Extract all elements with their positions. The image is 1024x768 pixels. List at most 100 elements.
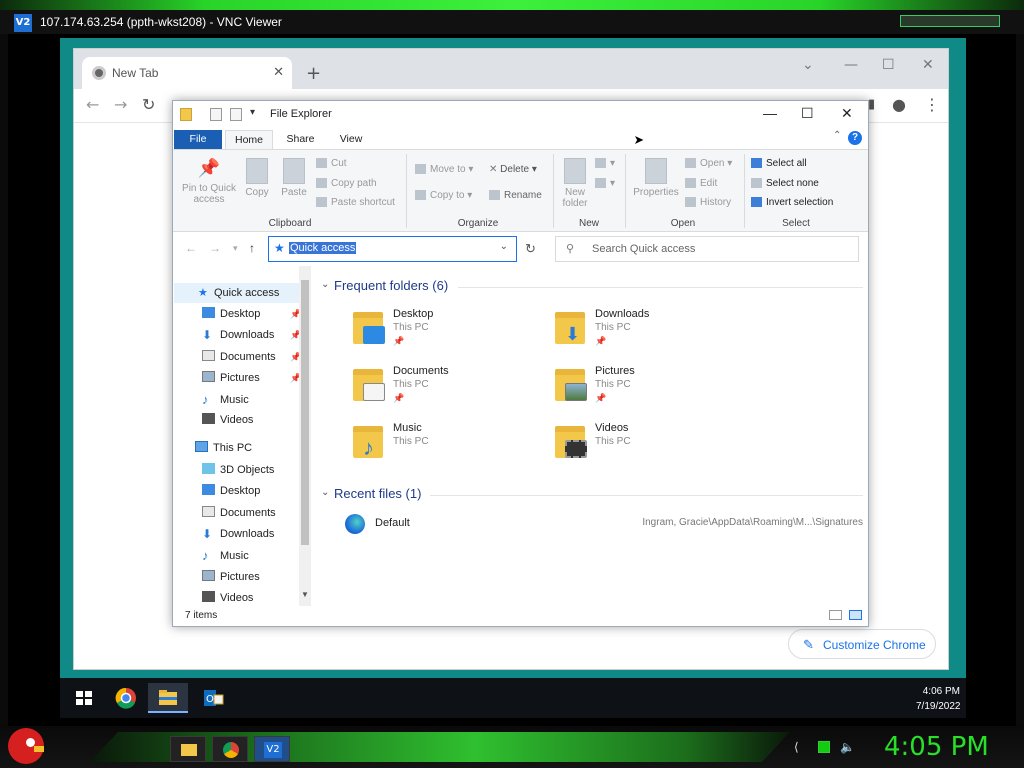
nav-quick-access[interactable]: ★ Quick access	[174, 283, 300, 303]
nav-pc-pictures[interactable]: Pictures	[202, 570, 260, 590]
cut-button[interactable]: Cut	[316, 158, 347, 169]
paste-button[interactable]: Paste	[277, 158, 311, 198]
nav-qa-music[interactable]: ♪ Music	[202, 392, 249, 412]
select-all-button[interactable]: Select all	[751, 158, 807, 169]
address-dropdown-icon[interactable]: ⌄	[500, 241, 508, 252]
up-icon[interactable]: ↑	[249, 241, 255, 255]
maximize-icon[interactable]: ☐	[801, 105, 814, 122]
folder-tile-downloads[interactable]: ⬇ Downloads This PC 📌	[555, 308, 755, 358]
minimize-icon[interactable]: —	[844, 57, 858, 73]
address-text[interactable]: Quick access	[289, 242, 357, 254]
qat-dropdown-icon[interactable]: ▾	[250, 107, 255, 118]
local-vnc-taskbar-icon[interactable]: V2	[254, 736, 290, 762]
tab-file[interactable]: File	[174, 130, 222, 149]
new-tab-button[interactable]: +	[306, 63, 321, 84]
refresh-icon[interactable]: ↻	[525, 241, 536, 257]
windows-start-icon[interactable]	[64, 683, 104, 713]
minimize-icon[interactable]: —	[763, 105, 777, 121]
chrome-tab-new-tab[interactable]: New Tab ✕	[82, 57, 292, 89]
nav-pc-music[interactable]: ♪ Music	[202, 548, 249, 568]
profile-avatar-icon[interactable]: ●	[892, 95, 906, 114]
large-icons-view-icon[interactable]	[849, 610, 862, 620]
select-none-button[interactable]: Select none	[751, 178, 819, 189]
address-bar[interactable]: ★ Quick access ⌄	[268, 236, 517, 262]
maximize-icon[interactable]: ☐	[882, 57, 895, 73]
close-icon[interactable]: ✕	[922, 57, 934, 73]
tab-home[interactable]: Home	[225, 130, 273, 149]
vnc-window-controls[interactable]	[900, 15, 1000, 27]
new-folder-qat-icon[interactable]	[230, 108, 242, 121]
tab-share[interactable]: Share	[278, 130, 323, 149]
outlook-taskbar-icon[interactable]: O	[192, 683, 232, 713]
file-explorer-taskbar-icon[interactable]	[148, 683, 188, 713]
back-icon[interactable]: ←	[185, 241, 197, 255]
easy-access-icon[interactable]: ▾	[595, 178, 615, 189]
folder-tile-music[interactable]: ♪ Music This PC	[353, 422, 553, 472]
folder-tile-videos[interactable]: Videos This PC	[555, 422, 755, 472]
paste-shortcut-icon	[316, 197, 327, 208]
local-folder-taskbar-icon[interactable]	[170, 736, 206, 762]
search-input[interactable]: ⚲ Search Quick access	[555, 236, 859, 262]
back-icon[interactable]: ←	[86, 95, 99, 114]
paste-shortcut-button[interactable]: Paste shortcut	[316, 197, 395, 208]
frequent-folders-header[interactable]: Frequent folders (6)	[334, 278, 448, 293]
local-chrome-taskbar-icon[interactable]	[212, 736, 248, 762]
folder-tile-documents[interactable]: Documents This PC 📌	[353, 365, 553, 415]
pin-quick-access-button[interactable]: 📌 Pin to Quick access	[179, 158, 239, 205]
help-icon[interactable]: ?	[848, 131, 862, 145]
tab-view[interactable]: View	[331, 130, 371, 149]
recent-locations-icon[interactable]: ▾	[233, 243, 238, 254]
angry-bird-start-icon[interactable]	[8, 728, 44, 764]
properties-qat-icon[interactable]	[210, 108, 222, 121]
recent-file-row[interactable]: Default Ingram, Gracie\AppData\Roaming\M…	[343, 512, 863, 536]
delete-button[interactable]: ✕ Delete ▾	[489, 164, 537, 175]
rename-button[interactable]: Rename	[489, 190, 542, 201]
chrome-menu-icon[interactable]: ⋮	[924, 95, 940, 114]
folder-tile-desktop[interactable]: Desktop This PC 📌	[353, 308, 553, 358]
nav-pc-3d-objects[interactable]: 3D Objects	[202, 463, 274, 483]
local-clock[interactable]: 4:05 PM	[884, 732, 989, 762]
nav-scrollbar-thumb[interactable]	[301, 280, 309, 545]
open-button[interactable]: Open ▾	[685, 158, 732, 169]
customize-chrome-button[interactable]: ✎ Customize Chrome	[788, 629, 936, 659]
network-icon[interactable]	[818, 741, 830, 753]
volume-icon[interactable]: 🔈	[840, 740, 855, 754]
move-to-button[interactable]: Move to ▾	[415, 164, 473, 175]
folder-tile-pictures[interactable]: Pictures This PC 📌	[555, 365, 755, 415]
nav-pc-downloads[interactable]: ⬇ Downloads	[202, 527, 274, 547]
copy-to-button[interactable]: Copy to ▾	[415, 190, 472, 201]
reload-icon[interactable]: ↻	[142, 95, 155, 114]
edit-button[interactable]: Edit	[685, 178, 717, 189]
new-item-icon[interactable]: ▾	[595, 158, 615, 169]
nav-qa-desktop[interactable]: Desktop 📌	[202, 307, 301, 327]
scroll-down-icon[interactable]: ▼	[301, 590, 309, 599]
nav-scrollbar[interactable]: ▼	[299, 266, 311, 606]
close-tab-icon[interactable]: ✕	[273, 64, 284, 80]
properties-button[interactable]: Properties	[631, 158, 681, 198]
copy-path-button[interactable]: Copy path	[316, 178, 377, 189]
chrome-taskbar-icon[interactable]	[106, 683, 146, 713]
recent-files-header[interactable]: Recent files (1)	[334, 486, 421, 501]
nav-qa-pictures[interactable]: Pictures 📌	[202, 371, 301, 391]
copy-button[interactable]: Copy	[241, 158, 273, 198]
sidepanel-icon[interactable]: ▮	[868, 97, 875, 112]
nav-qa-downloads[interactable]: ⬇ Downloads 📌	[202, 328, 301, 348]
nav-qa-videos[interactable]: Videos	[202, 413, 253, 433]
new-folder-button[interactable]: New folder	[559, 158, 591, 209]
nav-pc-documents[interactable]: Documents	[202, 506, 276, 526]
collapse-chevron-icon[interactable]: ⌄	[321, 279, 329, 290]
nav-this-pc[interactable]: This PC	[195, 441, 252, 461]
collapse-chevron-icon[interactable]: ⌄	[321, 487, 329, 498]
remote-clock[interactable]: 4:06 PM 7/19/2022	[916, 684, 961, 714]
tray-arrow-icon[interactable]: ⟨	[794, 740, 799, 754]
nav-qa-documents[interactable]: Documents 📌	[202, 350, 301, 370]
history-button[interactable]: History	[685, 197, 731, 208]
invert-selection-button[interactable]: Invert selection	[751, 197, 833, 208]
close-icon[interactable]: ✕	[841, 105, 853, 122]
details-view-icon[interactable]	[829, 610, 842, 620]
nav-pc-desktop[interactable]: Desktop	[202, 484, 260, 504]
tab-search-icon[interactable]: ⌄	[802, 57, 814, 73]
collapse-ribbon-icon[interactable]: ⌃	[833, 130, 841, 141]
forward-icon[interactable]: →	[114, 95, 127, 114]
forward-icon[interactable]: →	[209, 241, 221, 255]
